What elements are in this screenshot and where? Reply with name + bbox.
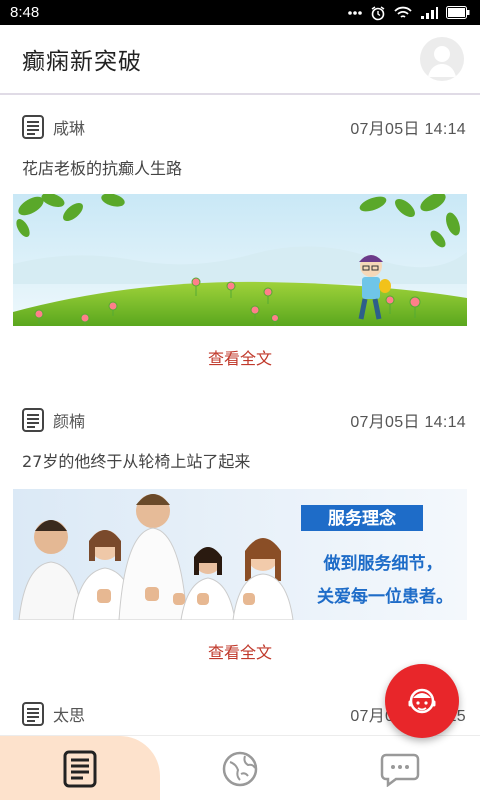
banner-line-2: 关爱每一位患者。 — [317, 586, 453, 607]
article-card: 颜楠 07月05日 14:14 27岁的他终于从轮椅上站了起来 服务理念 做到服… — [0, 392, 480, 684]
doctor-icon — [408, 688, 436, 714]
cartoon-hillside-image — [13, 194, 467, 326]
alarm-icon — [371, 5, 385, 20]
document-icon — [22, 408, 44, 432]
status-time: 8:48 — [10, 4, 40, 21]
article-date: 07月05日 14:14 — [350, 414, 466, 431]
article-title[interactable]: 花店老板的抗癫人生路 — [22, 155, 182, 179]
read-more-link[interactable]: 查看全文 — [0, 345, 480, 369]
medical-staff-image: 服务理念 做到服务细节， 关爱每一位患者。 — [13, 489, 467, 620]
article-author: 颜楠 — [53, 412, 86, 431]
articles-icon — [63, 750, 97, 787]
chat-icon — [380, 753, 420, 787]
article-card: 咸琳 07月05日 14:14 花店老板的抗癫人生路 查看全文 — [0, 97, 480, 389]
wifi-icon — [394, 6, 412, 18]
article-image[interactable]: 服务理念 做到服务细节， 关爱每一位患者。 — [13, 489, 467, 620]
banner-heading: 服务理念 — [328, 508, 396, 529]
article-title[interactable]: 27岁的他终于从轮椅上站了起来 — [22, 448, 250, 472]
banner-line-1: 做到服务细节， — [323, 553, 443, 574]
read-more-link[interactable]: 查看全文 — [0, 639, 480, 663]
user-avatar-icon — [428, 46, 456, 77]
article-author: 咸琳 — [53, 119, 86, 138]
globe-icon — [222, 751, 258, 786]
consult-fab-button[interactable] — [385, 664, 459, 738]
signal-icon — [421, 6, 438, 19]
nav-item-chat[interactable] — [320, 736, 480, 800]
article-feed[interactable]: 咸琳 07月05日 14:14 花店老板的抗癫人生路 查看全文 颜楠 07月05… — [0, 97, 480, 735]
avatar[interactable] — [420, 37, 464, 81]
status-icons — [348, 5, 470, 21]
document-icon — [22, 702, 44, 726]
more-dots-icon — [348, 10, 362, 15]
battery-icon — [446, 6, 470, 19]
article-author: 太思 — [53, 706, 86, 725]
page-title: 癫痫新突破 — [22, 49, 142, 75]
article-image[interactable] — [13, 194, 467, 326]
document-icon — [22, 115, 44, 139]
article-meta: 颜楠 07月05日 14:14 — [22, 405, 466, 435]
app-header: 癫痫新突破 — [0, 25, 480, 95]
article-date: 07月05日 14:14 — [350, 121, 466, 138]
nav-item-articles[interactable] — [0, 736, 160, 800]
bottom-nav — [0, 735, 480, 800]
status-bar: 8:48 — [0, 0, 480, 25]
article-meta: 咸琳 07月05日 14:14 — [22, 112, 466, 142]
nav-item-discover[interactable] — [160, 736, 320, 800]
